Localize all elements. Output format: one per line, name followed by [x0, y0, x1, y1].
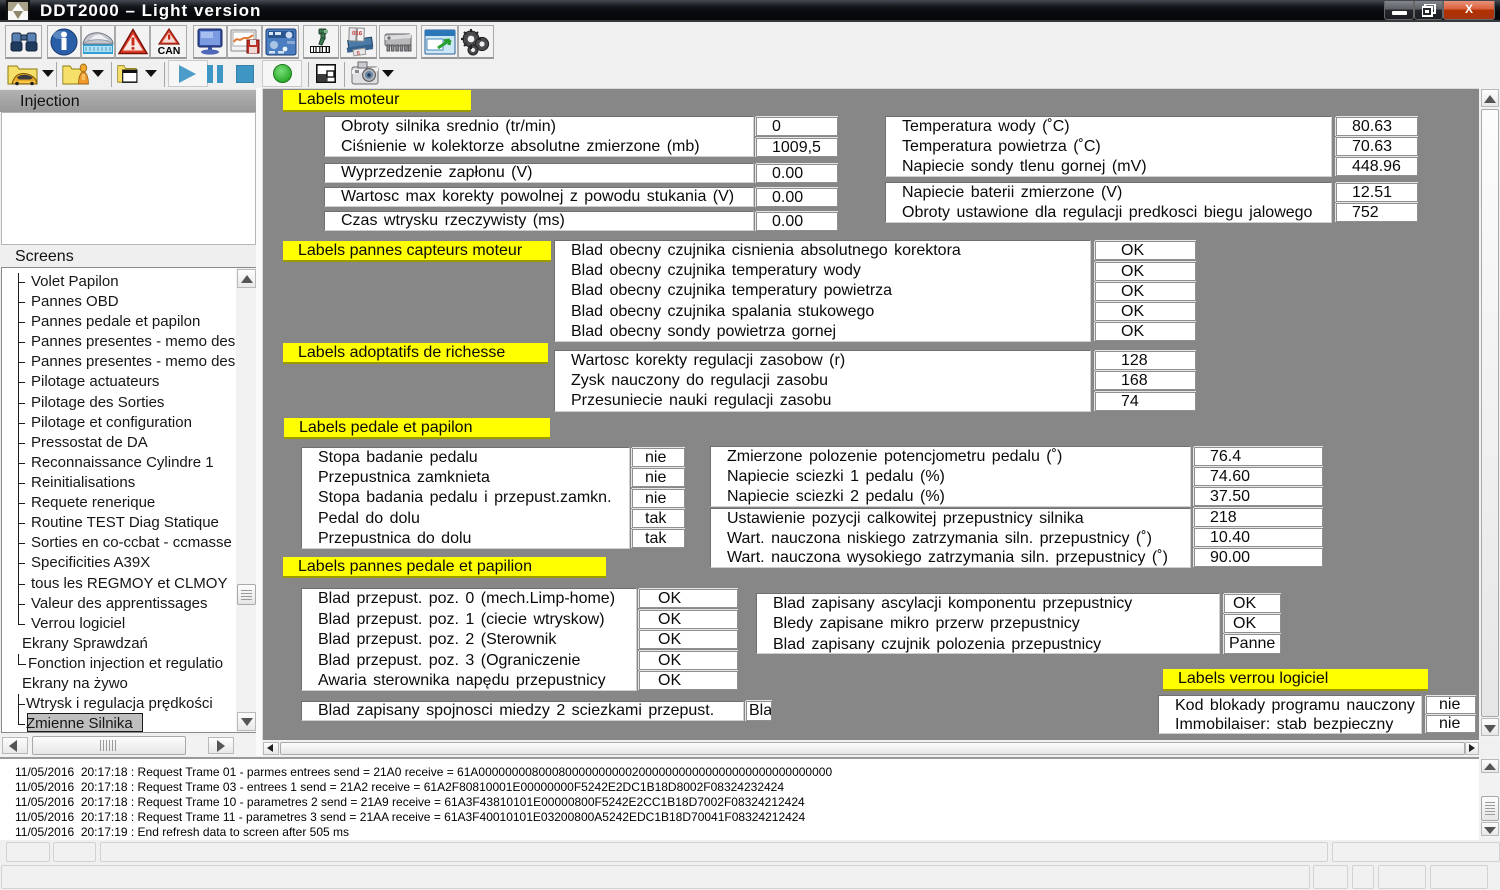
svg-text:016: 016: [351, 30, 362, 36]
svg-text:CAN: CAN: [157, 45, 180, 56]
